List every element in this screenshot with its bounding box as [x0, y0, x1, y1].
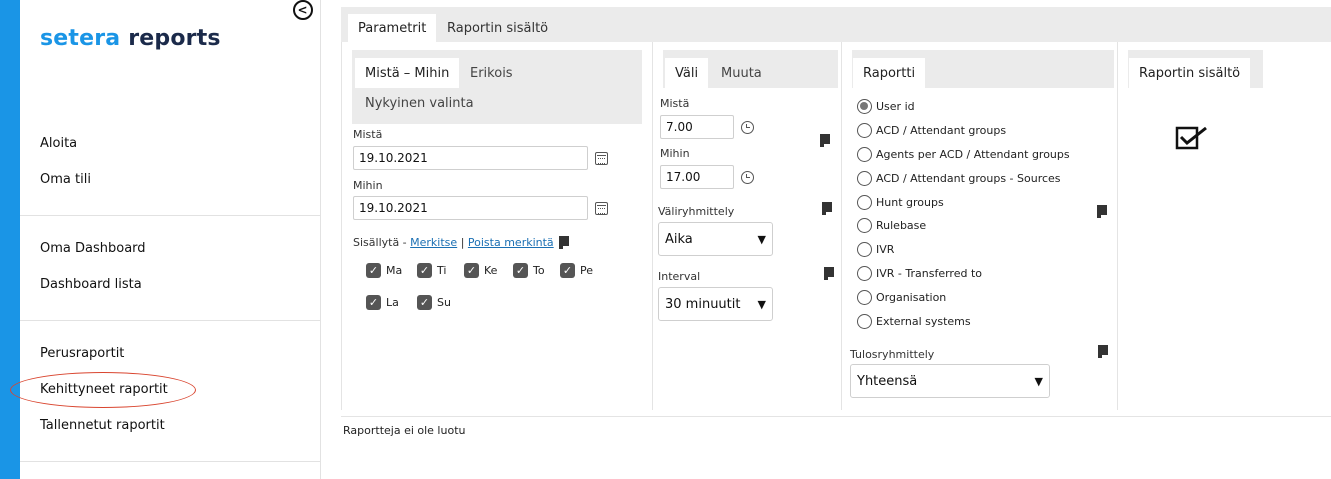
day-checkbox-ke[interactable]: ✓ Ke: [464, 263, 497, 278]
day-checkbox-pe[interactable]: ✓ Pe: [560, 263, 593, 278]
calendar-icon[interactable]: [595, 202, 608, 215]
radio-ivr-transferred[interactable]: IVR - Transferred to: [857, 266, 982, 281]
clock-icon[interactable]: [741, 171, 754, 184]
tab-parametrit[interactable]: Parametrit: [348, 14, 437, 42]
tab-muuta[interactable]: Muuta: [711, 58, 772, 88]
radio-organisation[interactable]: Organisation: [857, 290, 946, 305]
radio-external-systems[interactable]: External systems: [857, 314, 971, 329]
report-panel-tabs: Raportti: [852, 50, 1114, 88]
comment-icon[interactable]: [559, 236, 569, 249]
tab-erikois[interactable]: Erikois: [460, 58, 523, 88]
comment-icon[interactable]: [1098, 345, 1108, 358]
radio-ivr[interactable]: IVR: [857, 242, 894, 257]
date-panel: Mistä – Mihin Erikois Nykyinen valinta M…: [341, 42, 652, 410]
time-from-input[interactable]: 7.00: [660, 115, 734, 139]
clock-icon[interactable]: [741, 121, 754, 134]
content-panel: Raportin sisältö: [1117, 42, 1331, 410]
mark-all-link[interactable]: Merkitse: [410, 236, 457, 249]
comment-icon[interactable]: [820, 134, 830, 147]
nav-dashboard-lista[interactable]: Dashboard lista: [40, 277, 142, 292]
comment-icon[interactable]: [1097, 205, 1107, 218]
interval-select[interactable]: 30 minuutit ▼: [658, 287, 773, 321]
day-checkbox-ti[interactable]: ✓ Ti: [417, 263, 446, 278]
result-grouping-label: Tulosryhmittely: [850, 348, 935, 361]
day-checkbox-su[interactable]: ✓ Su: [417, 295, 451, 310]
from-date-label: Mistä: [353, 128, 383, 141]
sidebar: setera reports < Aloita Oma tili Oma Das…: [10, 0, 321, 479]
to-date-label: Mihin: [353, 179, 383, 192]
left-accent-bar: [0, 0, 20, 479]
time-from-label: Mistä: [660, 97, 690, 110]
status-text: Raportteja ei ole luotu: [343, 424, 466, 437]
include-row: Sisällytä - Merkitse | Poista merkintä: [353, 236, 554, 249]
nav-perusraportit[interactable]: Perusraportit: [40, 346, 124, 361]
interval-label: Interval: [658, 270, 701, 283]
sidebar-divider: [20, 320, 321, 321]
sidebar-divider: [20, 215, 321, 216]
calendar-icon[interactable]: [595, 152, 608, 165]
highlight-annotation: [10, 372, 196, 408]
tab-raportin-sisalto[interactable]: Raportin sisältö: [437, 14, 558, 42]
radio-rulebase[interactable]: Rulebase: [857, 218, 926, 233]
grouping-label: Väliryhmittely: [658, 205, 735, 218]
logo: setera reports: [40, 26, 221, 51]
time-to-label: Mihin: [660, 147, 690, 160]
radio-acd-groups[interactable]: ACD / Attendant groups: [857, 123, 1006, 138]
date-panel-tabs: Mistä – Mihin Erikois Nykyinen valinta: [352, 50, 642, 124]
time-to-input[interactable]: 17.00: [660, 165, 734, 189]
day-checkbox-la[interactable]: ✓ La: [366, 295, 399, 310]
checkbox-checked-icon[interactable]: [1175, 124, 1209, 152]
collapse-sidebar-icon[interactable]: <: [293, 0, 313, 20]
nav-tallennetut-raportit[interactable]: Tallennetut raportit: [40, 418, 165, 433]
day-checkbox-to[interactable]: ✓ To: [513, 263, 545, 278]
comment-icon[interactable]: [824, 267, 834, 280]
radio-user-id[interactable]: User id: [857, 99, 915, 114]
time-panel: Väli Muuta Mistä 7.00 Mihin 17.00 Väliry…: [652, 42, 841, 410]
from-date-input[interactable]: 19.10.2021: [353, 146, 588, 170]
top-tabs: Parametrit Raportin sisältö: [341, 7, 1331, 42]
tab-vali[interactable]: Väli: [665, 58, 709, 88]
radio-acd-sources[interactable]: ACD / Attendant groups - Sources: [857, 171, 1061, 186]
nav-oma-dashboard[interactable]: Oma Dashboard: [40, 241, 146, 256]
comment-icon[interactable]: [822, 202, 832, 215]
content-panel-tabs: Raportin sisältö: [1128, 50, 1263, 88]
tab-mista-mihin[interactable]: Mistä – Mihin: [355, 58, 460, 88]
tab-raportin-sisalto-panel[interactable]: Raportin sisältö: [1129, 58, 1251, 88]
nav-oma-tili[interactable]: Oma tili: [40, 172, 91, 187]
grouping-select[interactable]: Aika ▼: [658, 222, 773, 256]
tab-nykyinen-valinta[interactable]: Nykyinen valinta: [355, 88, 484, 118]
day-checkbox-ma[interactable]: ✓ Ma: [366, 263, 402, 278]
unmark-all-link[interactable]: Poista merkintä: [468, 236, 554, 249]
nav-aloita[interactable]: Aloita: [40, 136, 77, 151]
tab-raportti[interactable]: Raportti: [853, 58, 926, 88]
sidebar-divider: [20, 461, 321, 462]
report-panel: Raportti User id ACD / Attendant groups …: [841, 42, 1117, 410]
result-grouping-select[interactable]: Yhteensä ▼: [850, 364, 1050, 398]
main-content: Parametrit Raportin sisältö Mistä – Mihi…: [341, 7, 1331, 417]
radio-agents-per-acd[interactable]: Agents per ACD / Attendant groups: [857, 147, 1070, 162]
to-date-input[interactable]: 19.10.2021: [353, 196, 588, 220]
radio-hunt-groups[interactable]: Hunt groups: [857, 195, 944, 210]
time-panel-tabs: Väli Muuta: [663, 50, 838, 88]
